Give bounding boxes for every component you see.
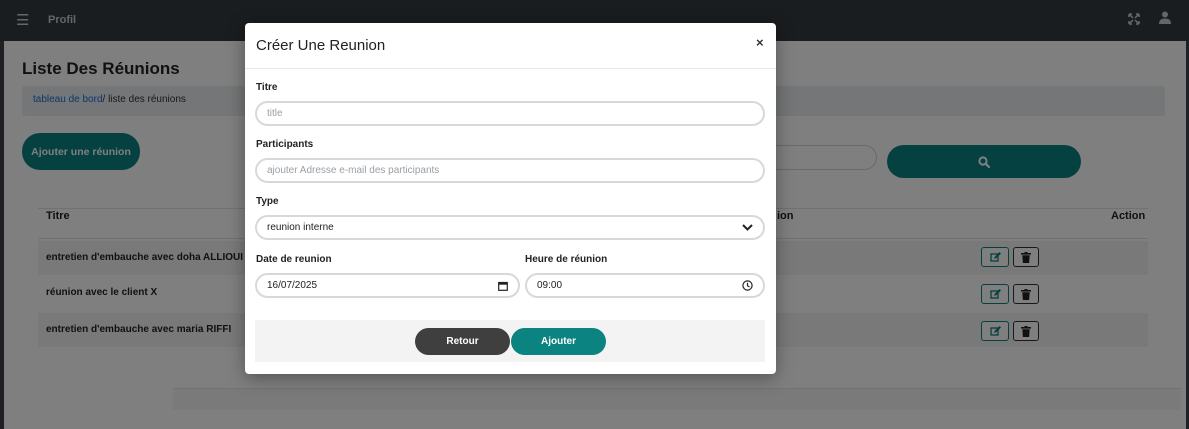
close-icon[interactable]: × xyxy=(756,35,764,50)
type-selected-value: reunion interne xyxy=(267,222,334,233)
type-label: Type xyxy=(256,196,279,207)
title-label: Titre xyxy=(256,82,278,93)
time-value: 09:00 xyxy=(537,280,563,291)
modal-header: Créer Une Reunion × xyxy=(245,23,776,69)
date-label: Date de reunion xyxy=(256,254,332,265)
clock-icon[interactable] xyxy=(742,280,753,291)
time-input[interactable]: 09:00 xyxy=(525,273,765,298)
time-label: Heure de réunion xyxy=(525,254,608,265)
submit-button[interactable]: Ajouter xyxy=(511,328,606,355)
title-input[interactable] xyxy=(255,101,765,126)
calendar-icon[interactable] xyxy=(498,281,508,291)
date-input[interactable]: 16/07/2025 xyxy=(255,273,520,298)
modal-title: Créer Une Reunion xyxy=(256,37,386,54)
chevron-down-icon xyxy=(742,224,753,231)
participants-label: Participants xyxy=(256,139,314,150)
date-value: 16/07/2025 xyxy=(267,280,318,291)
modal-footer: Retour Ajouter xyxy=(255,320,765,362)
back-button[interactable]: Retour xyxy=(415,328,510,355)
participants-input[interactable] xyxy=(255,158,765,183)
create-meeting-modal: Créer Une Reunion × Titre Participants T… xyxy=(245,23,776,374)
type-select[interactable]: reunion interne xyxy=(255,215,765,240)
